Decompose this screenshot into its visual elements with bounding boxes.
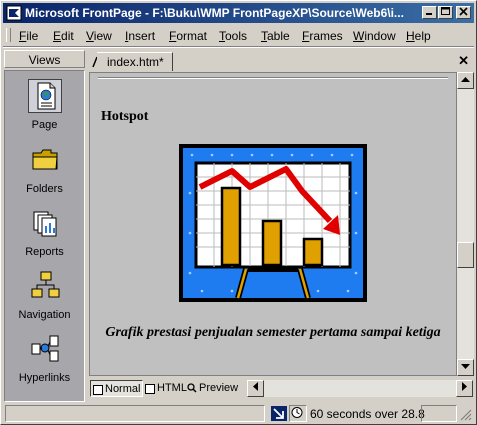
views-bar: Views Page Folders Reports Navigation Hy… (4, 50, 85, 402)
view-navigation-label: Navigation (18, 309, 71, 321)
arrow-right-icon (461, 382, 467, 391)
menu-frames[interactable]: Frames (302, 29, 343, 43)
document-tab-bar: index.htm* ✕ (89, 50, 475, 72)
chart-clipart-hotspot-image[interactable] (178, 143, 368, 303)
arrow-down-icon (461, 364, 470, 369)
page-heading: Hotspot (101, 109, 149, 124)
scroll-right-button[interactable] (456, 380, 473, 397)
normal-view-tab[interactable]: Normal (90, 380, 144, 397)
resize-grip-icon[interactable] (459, 408, 472, 421)
view-mode-bar: Normal HTML Preview (89, 378, 475, 398)
menu-bar: File Edit View Insert Format Tools Table… (3, 25, 474, 45)
menu-insert[interactable]: Insert (125, 29, 155, 43)
status-mode-cell (289, 405, 307, 422)
menu-grip[interactable] (6, 28, 11, 42)
menu-separator (3, 46, 474, 48)
minimize-icon (426, 13, 432, 15)
html-view-tab[interactable]: HTML (143, 380, 189, 397)
chart-caption: Grafik prestasi penjualan semester perta… (105, 325, 441, 340)
download-clock-icon (291, 407, 303, 418)
views-pane: Page Folders Reports Navigation Hyperlin… (4, 70, 85, 402)
view-page-label: Page (31, 119, 58, 131)
scroll-left-button[interactable] (247, 380, 264, 397)
document-area: index.htm* ✕ Hotspot Grafik prestasi pen… (89, 50, 475, 402)
preview-magnifier-icon (187, 383, 197, 393)
view-hyperlinks[interactable]: Hyperlinks (5, 332, 84, 384)
close-window-button[interactable] (456, 6, 471, 19)
status-message-cell (5, 405, 265, 422)
download-time-status: 60 seconds over 28.8 (310, 407, 425, 421)
frontpage-window: Microsoft FrontPage - F:\Buku\WMP FrontP… (0, 0, 477, 425)
menu-window[interactable]: Window (353, 29, 396, 43)
status-bar: 60 seconds over 28.8 (3, 404, 474, 423)
view-hyperlinks-label: Hyperlinks (18, 372, 71, 384)
html-view-icon (145, 384, 155, 394)
minimize-button[interactable] (422, 6, 437, 19)
page-editor[interactable]: Hotspot Grafik prestasi penjualan semest… (89, 72, 457, 376)
folder-icon (28, 143, 62, 177)
scroll-down-button[interactable] (457, 359, 474, 376)
view-folders-label: Folders (26, 183, 63, 195)
tab-index-htm[interactable]: index.htm* (97, 52, 173, 71)
maximize-icon (441, 7, 450, 15)
menu-help[interactable]: Help (406, 29, 431, 43)
maximize-button[interactable] (438, 6, 453, 19)
scroll-up-button[interactable] (457, 72, 474, 89)
view-reports[interactable]: Reports (5, 206, 84, 258)
view-page[interactable]: Page (5, 79, 84, 131)
arrow-up-icon (461, 77, 470, 82)
status-empty-cell (421, 405, 457, 422)
window-title: Microsoft FrontPage - F:\Buku\WMP FrontP… (25, 6, 404, 20)
horizontal-scrollbar[interactable] (247, 380, 473, 397)
navigation-icon (28, 269, 62, 303)
views-header: Views (4, 50, 85, 68)
preview-view-tab[interactable]: Preview (185, 380, 240, 397)
menu-table[interactable]: Table (261, 29, 290, 43)
close-icon (459, 7, 468, 16)
view-navigation[interactable]: Navigation (5, 269, 84, 321)
close-document-button[interactable]: ✕ (458, 53, 469, 69)
vertical-scroll-thumb[interactable] (457, 242, 474, 268)
normal-view-icon (93, 385, 103, 395)
menu-file[interactable]: File (19, 29, 38, 43)
view-folders[interactable]: Folders (5, 143, 84, 195)
frontpage-app-icon[interactable] (6, 5, 22, 21)
view-reports-label: Reports (25, 246, 64, 258)
arrow-left-icon (252, 382, 258, 391)
hyperlinks-icon (28, 332, 62, 366)
title-bar: Microsoft FrontPage - F:\Buku\WMP FrontP… (3, 3, 474, 23)
horizontal-rule (98, 77, 448, 79)
page-view-icon (27, 79, 62, 113)
menu-edit[interactable]: Edit (53, 29, 74, 43)
menu-tools[interactable]: Tools (219, 29, 247, 43)
reports-icon (28, 206, 62, 240)
menu-format[interactable]: Format (169, 29, 207, 43)
vertical-scrollbar[interactable] (457, 72, 474, 376)
connection-speed-icon (271, 406, 287, 421)
menu-view[interactable]: View (86, 29, 112, 43)
